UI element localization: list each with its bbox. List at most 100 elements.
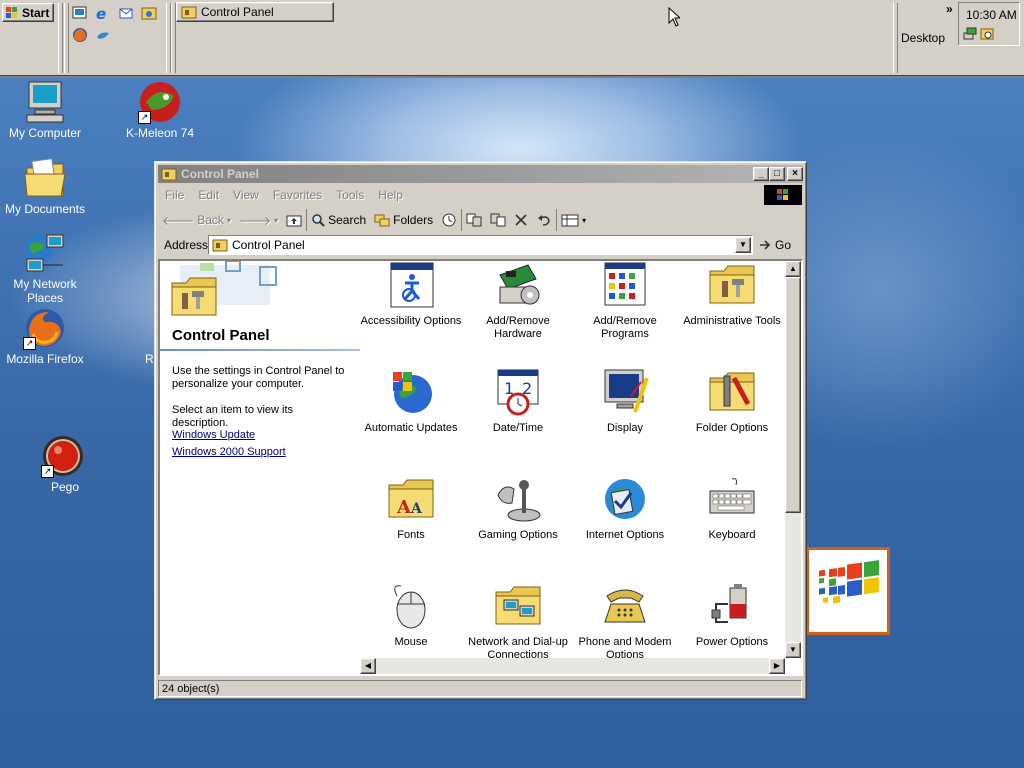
up-folder-button[interactable]	[282, 209, 306, 231]
move-to-button[interactable]	[461, 209, 486, 231]
copy-to-button[interactable]	[486, 209, 510, 231]
menu-view[interactable]: View	[226, 188, 266, 202]
history-icon	[442, 213, 456, 227]
k-meleon-icon: ↗	[138, 80, 182, 124]
views-icon	[561, 214, 579, 227]
vertical-scrollbar[interactable]: ▲ ▼	[785, 261, 801, 658]
item-power-options[interactable]: Power Options	[678, 582, 786, 649]
maximize-button[interactable]: □	[769, 167, 785, 181]
network-tray-icon[interactable]	[963, 27, 977, 44]
windows-2000-support-link[interactable]: Windows 2000 Support	[172, 446, 286, 458]
forward-button[interactable]: 🡒 ▾	[235, 209, 282, 231]
menu-bar: File Edit View Favorites Tools Help	[158, 185, 803, 205]
title-bar[interactable]: Control Panel _ □ ×	[158, 165, 803, 183]
views-button[interactable]: ▾	[556, 209, 590, 231]
item-phone-modem[interactable]: Phone and Modem Options	[571, 582, 679, 662]
media-folder-icon[interactable]	[141, 5, 157, 21]
address-field[interactable]: Control Panel ▼	[208, 235, 753, 255]
programs-icon	[601, 261, 649, 309]
undo-icon	[538, 215, 550, 226]
menu-tools[interactable]: Tools	[329, 188, 371, 202]
item-keyboard[interactable]: Keyboard	[678, 475, 786, 542]
item-gaming-options[interactable]: Gaming Options	[464, 475, 572, 542]
menu-file[interactable]: File	[158, 188, 191, 202]
vertical-scroll-thumb[interactable]	[785, 277, 801, 513]
hardware-icon	[494, 261, 542, 309]
windows-update-link[interactable]: Windows Update	[172, 429, 255, 441]
back-button[interactable]: 🡐 Back ▾	[158, 209, 235, 231]
left-pane-hint: Select an item to view its description.	[172, 404, 294, 429]
desktop-icon-label: My Network Places	[13, 277, 77, 305]
undo-button[interactable]	[532, 209, 556, 231]
item-accessibility-options[interactable]: Accessibility Options	[357, 261, 465, 328]
start-button[interactable]: Start	[2, 3, 54, 22]
toolbar-grip[interactable]	[58, 3, 63, 73]
internet-explorer-icon[interactable]: e	[95, 5, 111, 23]
search-button[interactable]: Search	[306, 209, 370, 231]
item-folder-options[interactable]: Folder Options	[678, 368, 786, 435]
item-administrative-tools[interactable]: Administrative Tools	[678, 261, 786, 328]
windows-logo-throbber	[764, 185, 802, 205]
scroll-up-button[interactable]: ▲	[785, 261, 801, 277]
divider	[160, 349, 360, 351]
toolbar-chevron[interactable]: »	[946, 2, 953, 16]
toolbar-grip[interactable]	[893, 3, 898, 73]
desktop-icon-k-meleon[interactable]: ↗ K-Meleon 74	[115, 80, 205, 140]
address-dropdown-button[interactable]: ▼	[735, 237, 751, 253]
taskbar-button-control-panel[interactable]: Control Panel	[176, 2, 334, 22]
go-button[interactable]: Go	[758, 235, 791, 255]
folder-options-icon	[708, 368, 756, 416]
item-add-remove-programs[interactable]: Add/Remove Programs	[571, 261, 679, 341]
toolbar-grip[interactable]	[64, 3, 69, 73]
copy-to-icon	[490, 213, 506, 227]
address-bar: Address Control Panel ▼ Go	[158, 234, 803, 256]
horizontal-scrollbar[interactable]: ◀ ▶	[360, 658, 785, 674]
scroll-down-button[interactable]: ▼	[785, 642, 801, 658]
folders-button[interactable]: Folders	[370, 209, 437, 231]
item-date-time[interactable]: 12 Date/Time	[464, 368, 572, 435]
history-button[interactable]	[437, 209, 461, 231]
forward-arrow-icon: 🡒	[238, 213, 272, 228]
folders-label: Folders	[393, 213, 434, 227]
item-label: Automatic Updates	[364, 422, 458, 434]
close-button[interactable]: ×	[787, 167, 803, 181]
scheduler-tray-icon[interactable]	[980, 27, 994, 44]
desktop-icon-my-documents[interactable]: My Documents	[0, 156, 90, 216]
outlook-express-icon[interactable]	[118, 5, 134, 21]
delete-button[interactable]	[510, 209, 532, 231]
firefox-quick-launch-icon[interactable]	[72, 27, 88, 43]
desktop-toolbar-label[interactable]: Desktop	[901, 31, 945, 45]
item-automatic-updates[interactable]: Automatic Updates	[357, 368, 465, 435]
desktop-icon-my-network-places[interactable]: My Network Places	[0, 231, 90, 305]
desktop-icon-my-computer[interactable]: My Computer	[0, 80, 90, 140]
item-network-dialup[interactable]: Network and Dial-up Connections	[464, 582, 572, 662]
item-add-remove-hardware[interactable]: Add/Remove Hardware	[464, 261, 572, 341]
control-panel-folder-icon	[161, 168, 177, 181]
menu-edit[interactable]: Edit	[191, 188, 226, 202]
menu-help[interactable]: Help	[371, 188, 410, 202]
menu-favorites[interactable]: Favorites	[266, 188, 329, 202]
shortcut-arrow-icon: ↗	[41, 465, 54, 478]
scroll-right-button[interactable]: ▶	[769, 658, 785, 674]
show-desktop-icon[interactable]	[72, 5, 88, 21]
joystick-icon	[494, 475, 542, 523]
item-label: Add/Remove Programs	[593, 315, 657, 340]
clock[interactable]: 10:30 AM	[966, 8, 1017, 22]
item-fonts[interactable]: AA Fonts	[357, 475, 465, 542]
desktop-icon-pego[interactable]: ↗ Pego	[18, 434, 108, 494]
desktop-icon-mozilla-firefox[interactable]: ↗ Mozilla Firefox	[0, 306, 90, 366]
admin-tools-icon	[708, 261, 756, 309]
item-internet-options[interactable]: Internet Options	[571, 475, 679, 542]
item-label: Fonts	[397, 529, 425, 541]
shortcut-arrow-icon: ↗	[23, 337, 36, 350]
svg-text:e: e	[96, 5, 106, 21]
scroll-left-button[interactable]: ◀	[360, 658, 376, 674]
item-display[interactable]: Display	[571, 368, 679, 435]
folders-icon	[374, 214, 390, 227]
control-panel-folder-icon	[181, 6, 197, 19]
k-meleon-quick-launch-icon[interactable]	[95, 27, 111, 43]
minimize-button[interactable]: _	[753, 167, 769, 181]
left-pane-description: Use the settings in Control Panel to per…	[172, 365, 345, 390]
item-mouse[interactable]: Mouse	[357, 582, 465, 649]
address-value: Control Panel	[232, 238, 305, 252]
